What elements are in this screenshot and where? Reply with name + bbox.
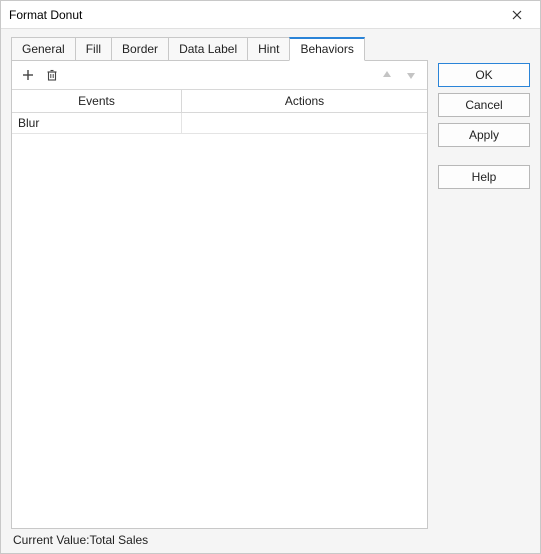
grid-header: Events Actions <box>12 90 427 113</box>
table-row[interactable]: Blur <box>12 113 427 134</box>
close-icon <box>512 10 522 20</box>
current-value-text: Total Sales <box>89 533 148 547</box>
window-title: Format Donut <box>9 8 502 22</box>
tab-data-label[interactable]: Data Label <box>168 37 248 61</box>
arrow-up-icon <box>381 69 393 81</box>
trash-icon <box>45 68 59 82</box>
col-header-actions[interactable]: Actions <box>182 90 427 112</box>
close-button[interactable] <box>502 10 532 20</box>
dialog-window: Format Donut General Fill Border Data La… <box>0 0 541 554</box>
behaviors-toolbar <box>12 61 427 89</box>
tab-behaviors[interactable]: Behaviors <box>289 37 364 61</box>
arrow-down-icon <box>405 69 417 81</box>
cell-action[interactable] <box>182 113 427 133</box>
behaviors-grid: Events Actions Blur <box>12 89 427 528</box>
move-down-button[interactable] <box>401 65 421 85</box>
dialog-body: General Fill Border Data Label Hint Beha… <box>1 29 540 553</box>
tab-panel-behaviors: Events Actions Blur <box>11 60 428 529</box>
tab-general[interactable]: General <box>11 37 76 61</box>
col-header-events[interactable]: Events <box>12 90 182 112</box>
cancel-button[interactable]: Cancel <box>438 93 530 117</box>
ok-button[interactable]: OK <box>438 63 530 87</box>
current-value-footer: Current Value:Total Sales <box>11 529 428 549</box>
dialog-buttons: OK Cancel Apply Help <box>438 37 530 549</box>
add-button[interactable] <box>18 65 38 85</box>
apply-button[interactable]: Apply <box>438 123 530 147</box>
tab-fill[interactable]: Fill <box>75 37 112 61</box>
grid-body[interactable]: Blur <box>12 113 427 528</box>
tab-strip: General Fill Border Data Label Hint Beha… <box>11 37 428 61</box>
tab-border[interactable]: Border <box>111 37 169 61</box>
plus-icon <box>21 68 35 82</box>
title-bar: Format Donut <box>1 1 540 29</box>
tab-hint[interactable]: Hint <box>247 37 290 61</box>
help-button[interactable]: Help <box>438 165 530 189</box>
delete-button[interactable] <box>42 65 62 85</box>
current-value-label: Current Value: <box>13 533 89 547</box>
cell-event[interactable]: Blur <box>12 113 182 133</box>
move-up-button[interactable] <box>377 65 397 85</box>
main-panel: General Fill Border Data Label Hint Beha… <box>11 37 428 549</box>
